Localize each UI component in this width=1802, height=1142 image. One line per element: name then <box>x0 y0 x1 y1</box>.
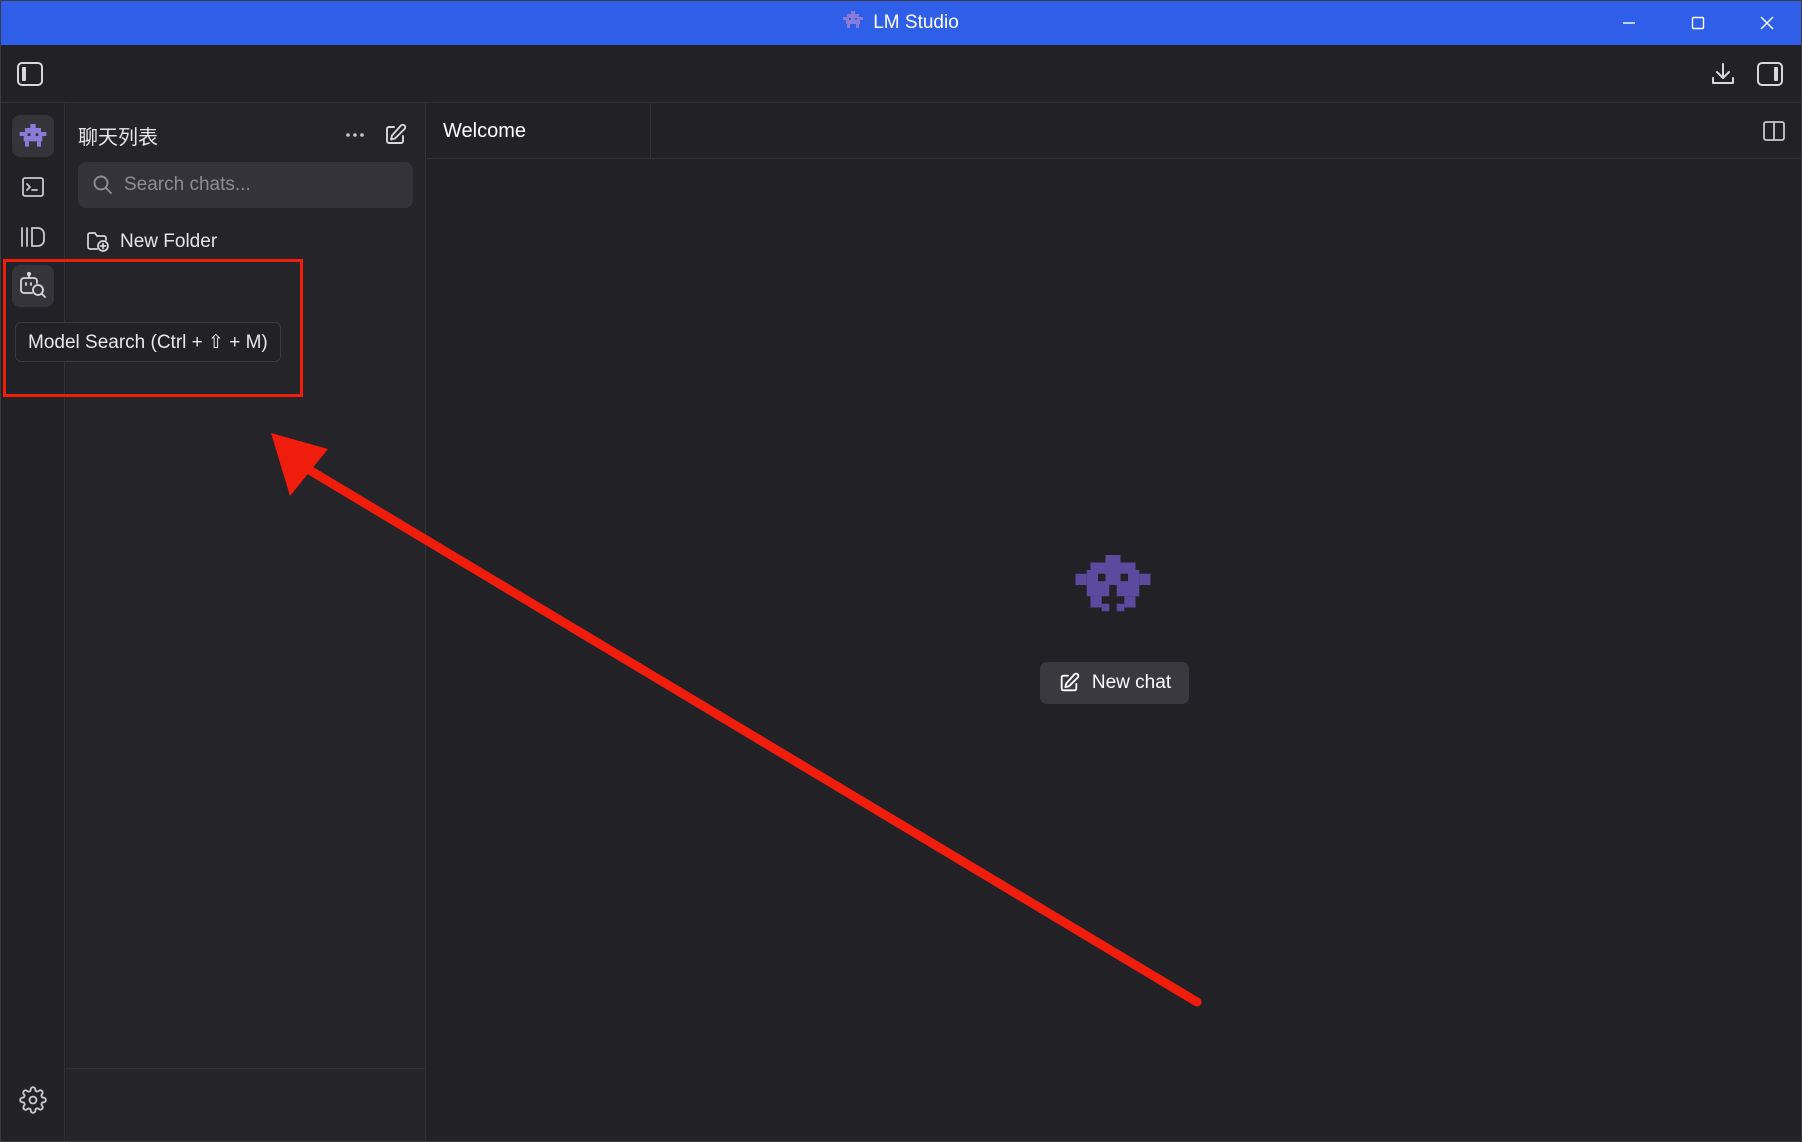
chat-list-panel: 聊天列表 New Fold <box>66 103 426 1141</box>
tab-welcome[interactable]: Welcome <box>427 103 651 159</box>
chat-list-title: 聊天列表 <box>78 126 158 149</box>
split-view-icon <box>1763 121 1785 141</box>
compose-icon <box>386 123 407 144</box>
right-panel-icon <box>1757 62 1783 86</box>
model-search-icon <box>20 271 46 298</box>
new-chat-button[interactable]: New chat <box>1040 662 1189 704</box>
download-icon <box>1712 63 1734 84</box>
rail-item-discover[interactable] <box>12 265 54 307</box>
right-panel-button[interactable] <box>1753 57 1787 91</box>
search-chats-field[interactable] <box>78 162 413 208</box>
settings-button[interactable] <box>12 1079 54 1121</box>
rail-item-developer[interactable] <box>12 166 54 208</box>
new-folder-button[interactable]: New Folder <box>86 227 217 257</box>
split-view-button[interactable] <box>1757 114 1791 148</box>
search-icon <box>93 175 112 194</box>
ellipsis-icon <box>346 133 364 137</box>
maximize-button[interactable] <box>1663 1 1732 45</box>
rail-item-my-models[interactable] <box>12 216 54 258</box>
minimize-button[interactable] <box>1594 1 1663 45</box>
top-toolbar <box>1 45 1801 103</box>
rail-item-chat[interactable] <box>12 115 54 157</box>
compose-icon <box>1060 672 1080 692</box>
welcome-logo-icon <box>1075 555 1151 620</box>
minimize-icon <box>1622 22 1635 24</box>
main-content: Welcome New chat <box>427 103 1801 1141</box>
gear-icon <box>19 1086 47 1114</box>
close-icon <box>1759 16 1774 30</box>
window-title: LM Studio <box>873 12 959 33</box>
compose-chat-button[interactable] <box>375 117 415 153</box>
terminal-icon <box>22 177 44 197</box>
new-chat-label: New chat <box>1091 672 1172 693</box>
chat-list-footer-divider <box>66 1068 425 1069</box>
title-bar: LM Studio <box>1 1 1801 45</box>
lm-studio-window: LM Studio 聊天列表 Search chats... New Folde… <box>0 0 1802 1142</box>
tab-welcome-label: Welcome <box>443 119 526 142</box>
search-chats-input[interactable] <box>124 174 413 196</box>
sidebar-toggle-button[interactable] <box>13 57 47 91</box>
library-icon <box>21 227 45 247</box>
sidebar-toggle-icon <box>17 62 43 86</box>
chat-list-header: 聊天列表 <box>78 115 415 155</box>
maximize-icon <box>1691 16 1704 30</box>
download-button[interactable] <box>1706 57 1740 91</box>
model-search-tooltip: Model Search (Ctrl + ⇧ + M) <box>15 322 281 362</box>
new-folder-icon <box>87 232 109 252</box>
robot-icon <box>19 124 47 147</box>
tab-bar: Welcome <box>427 103 1801 159</box>
left-nav-rail <box>1 103 65 1141</box>
more-options-button[interactable] <box>335 117 375 153</box>
close-button[interactable] <box>1732 1 1801 45</box>
new-folder-label: New Folder <box>120 231 218 252</box>
app-logo-icon <box>843 11 864 35</box>
